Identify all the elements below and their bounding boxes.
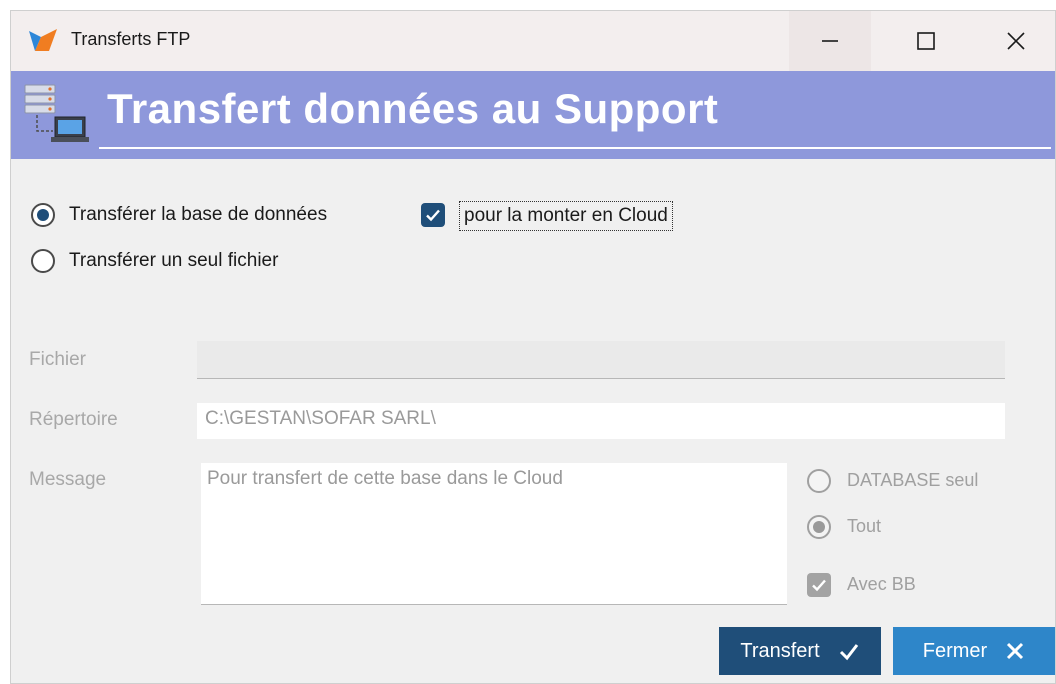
radio-selected-dot [37,209,49,221]
ftp-transfer-window: Transferts FTP Transfert données au Supp… [10,10,1056,684]
avec-bb-checkbox[interactable] [807,573,831,597]
radio-transfer-single-file[interactable] [31,249,55,273]
message-label: Message [29,469,107,490]
radio-selected-dot [813,521,825,533]
radio-transfer-single-file-label[interactable]: Transférer un seul fichier [69,250,278,272]
repertoire-label: Répertoire [29,409,118,430]
radio-tout[interactable] [807,515,831,539]
checkmark-icon [812,579,826,592]
radio-database-only-label[interactable]: DATABASE seul [847,470,978,491]
transfert-button[interactable]: Transfert [719,627,881,675]
minimize-icon [822,40,838,42]
close-button[interactable] [975,11,1055,71]
checkmark-icon [426,209,440,222]
window-title: Transferts FTP [71,29,191,49]
banner-title: Transfert données au Support [107,85,719,132]
avec-bb-checkbox-label[interactable]: Avec BB [847,574,916,595]
app-logo-icon [29,29,57,51]
checkmark-icon [839,644,858,661]
fichier-label: Fichier [29,349,87,370]
title-bar: Transferts FTP [11,11,1055,71]
cloud-checkbox-label[interactable]: pour la monter en Cloud [459,201,673,231]
close-icon [1007,642,1024,660]
transfert-button-label: Transfert [740,639,820,662]
fermer-button-label: Fermer [922,639,988,662]
fichier-input[interactable] [197,341,1005,379]
cloud-checkbox[interactable] [421,203,445,227]
radio-transfer-database-label[interactable]: Transférer la base de données [69,204,327,226]
close-icon [1007,32,1025,50]
radio-tout-label[interactable]: Tout [847,516,881,537]
header-banner: Transfert données au Support [11,71,1055,159]
banner-underline [99,147,1051,149]
fermer-button[interactable]: Fermer [893,627,1055,675]
minimize-button[interactable] [789,11,871,71]
maximize-button[interactable] [885,11,967,71]
ftp-server-icon [24,84,89,142]
maximize-icon [917,32,935,50]
message-textarea[interactable]: Pour transfert de cette base dans le Clo… [201,463,787,605]
radio-database-only[interactable] [807,469,831,493]
radio-transfer-database[interactable] [31,203,55,227]
repertoire-input[interactable]: C:\GESTAN\SOFAR SARL\ [197,403,1005,439]
